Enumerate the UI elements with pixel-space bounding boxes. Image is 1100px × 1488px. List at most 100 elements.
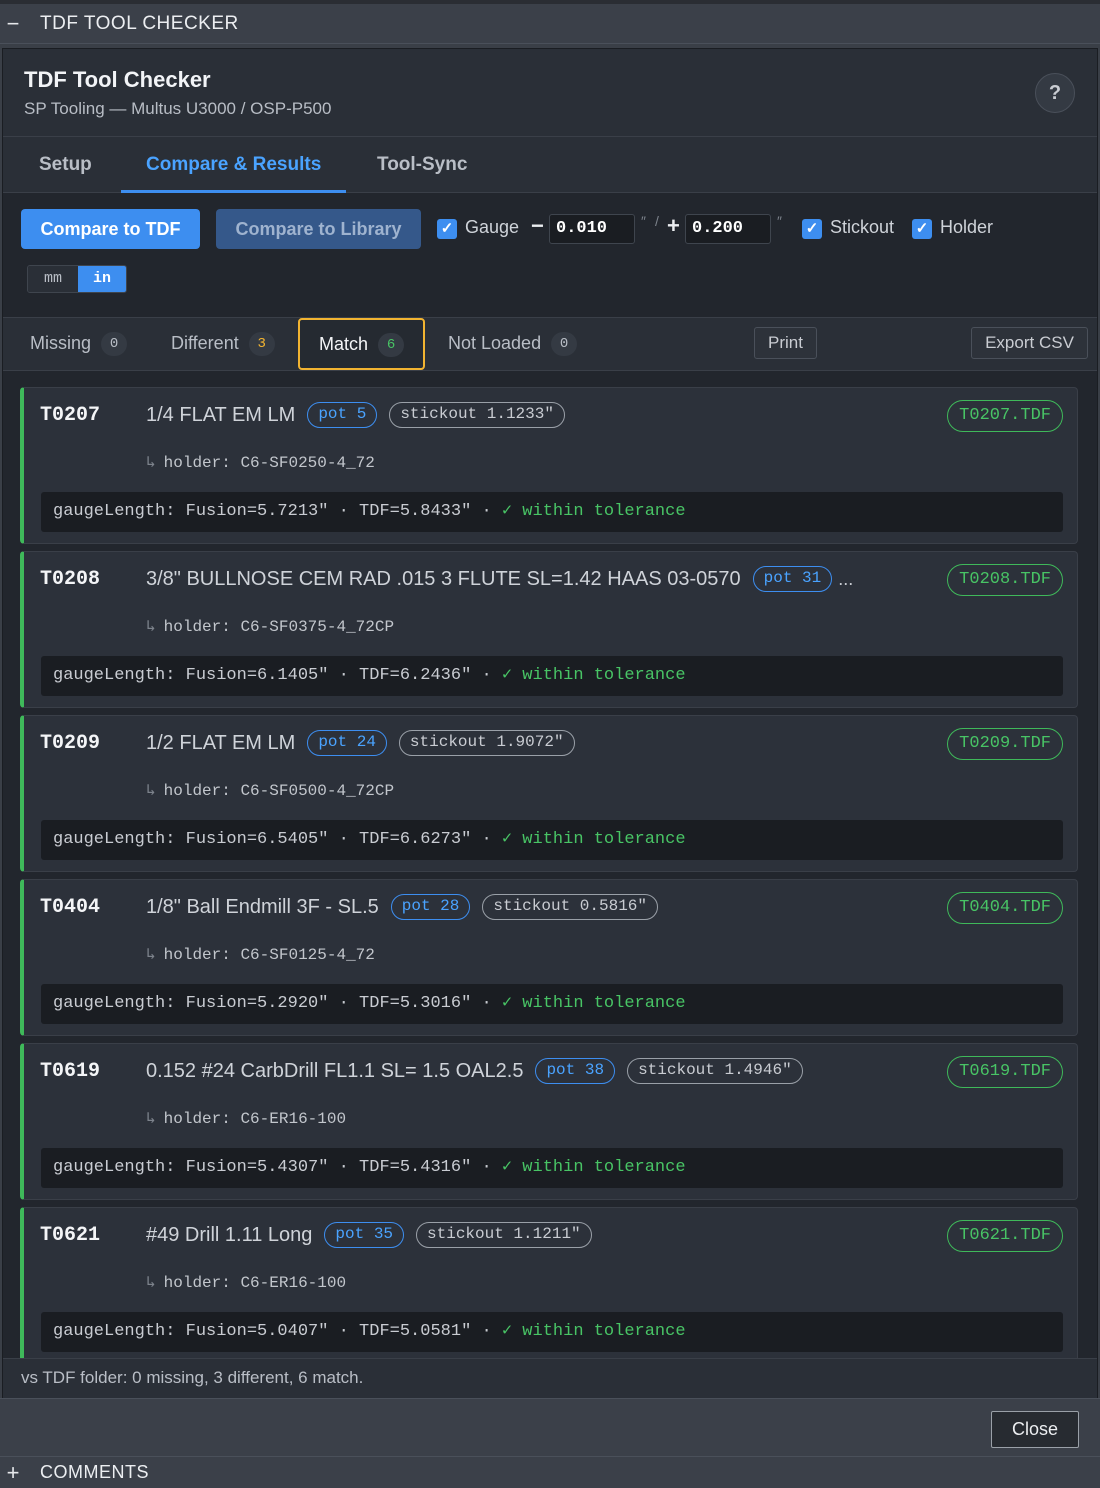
gauge-minus-tolerance-input[interactable]: 0.010 [549,214,635,244]
stickout-badge: stickout 1.1233″ [389,402,565,428]
dialog-title: TDF Tool Checker [24,67,211,92]
holder-text: holder: C6-SF0125-4_72 [163,946,375,964]
tool-name: 1/2 FLAT EM LM [146,731,296,754]
close-button[interactable]: Close [991,1411,1079,1448]
tool-name: 0.152 #24 CarbDrill FL1.1 SL= 1.5 OAL2.5 [146,1059,524,1082]
print-button[interactable]: Print [754,327,817,359]
unit-toggle: mm in [27,265,127,293]
count-badge: 6 [378,333,405,358]
gauge-values: gaugeLength: Fusion=6.1405″ · TDF=6.2436… [53,666,502,685]
count-badge: 0 [551,332,578,357]
comments-title: COMMENTS [40,1462,149,1482]
tolerance-status: ✓ within tolerance [501,666,686,685]
tdf-file-badge: T0619.TDF [947,1056,1063,1088]
stickout-badge: stickout 0.5816″ [482,894,658,920]
gauge-values: gaugeLength: Fusion=5.7213″ · TDF=5.8433… [53,502,502,521]
holder-text: holder: C6-ER16-100 [163,1110,347,1128]
pot-badge: pot 28 [390,894,471,920]
tool-number: T0404 [40,896,101,919]
inch-mark: ″ [777,213,782,229]
dialog-header: TDF Tool Checker SP Tooling — Multus U30… [3,49,1097,137]
dialog-subtitle: SP Tooling — Multus U3000 / OSP-P500 [24,99,332,118]
tool-name: #49 Drill 1.11 Long [146,1223,313,1246]
tool-description-row: #49 Drill 1.11 Long pot 35 stickout 1.12… [146,1222,592,1248]
tool-description-row: 3/8" BULLNOSE CEM RAD .015 3 FLUTE SL=1.… [146,566,853,592]
help-button[interactable]: ? [1035,73,1075,113]
gauge-plus-tolerance-input[interactable]: 0.200 [685,214,771,244]
tool-description-row: 0.152 #24 CarbDrill FL1.1 SL= 1.5 OAL2.5… [146,1058,803,1084]
filter-match[interactable]: Match 6 [298,318,426,370]
stickout-checkbox[interactable]: ✓ [802,219,822,239]
tolerance-status: ✓ within tolerance [501,994,686,1013]
inch-mark: ″ [641,213,646,229]
tool-result-card: T0208 3/8" BULLNOSE CEM RAD .015 3 FLUTE… [20,551,1078,708]
unit-mm-option[interactable]: mm [28,266,78,292]
tool-result-card: T0619 0.152 #24 CarbDrill FL1.1 SL= 1.5 … [20,1043,1078,1200]
count-badge: 0 [101,332,128,357]
tool-description-row: 1/2 FLAT EM LM pot 24 stickout 1.9072″ [146,730,575,756]
tolerance-status: ✓ within tolerance [501,1322,686,1341]
tool-description-row: 1/8" Ball Endmill 3F - SL.5 pot 28 stick… [146,894,658,920]
filter-label: Missing [30,333,92,353]
tool-number: T0208 [40,568,101,591]
gauge-label: Gauge [465,217,520,237]
tool-name: 1/8" Ball Endmill 3F - SL.5 [146,895,379,918]
holder-line: ↳ holder: C6-SF0125-4_72 [146,944,375,964]
holder-label: Holder [940,217,994,237]
holder-line: ↳ holder: C6-SF0375-4_72CP [146,616,394,636]
tool-number: T0621 [40,1224,101,1247]
export-csv-button[interactable]: Export CSV [971,327,1088,359]
tolerance-status: ✓ within tolerance [501,1158,686,1177]
gauge-comparison: gaugeLength: Fusion=5.0407″ · TDF=5.0581… [41,1312,1063,1352]
holder-line: ↳ holder: C6-ER16-100 [146,1272,346,1292]
compare-to-library-button[interactable]: Compare to Library [216,209,421,249]
tab-tool-sync[interactable]: Tool-Sync [377,137,467,193]
tolerance-status: ✓ within tolerance [501,502,686,521]
tdf-file-badge: T0404.TDF [947,892,1063,924]
pot-badge: pot 24 [307,730,387,756]
panel-title: TDF TOOL CHECKER [40,12,239,34]
tool-number: T0619 [40,1060,101,1083]
results-list[interactable]: T0207 1/4 FLAT EM LM pot 5 stickout 1.12… [3,371,1097,1358]
result-filter-bar: Missing 0 Different 3 Match 6 Not Loaded 0 P… [3,317,1097,371]
holder-arrow-icon: ↳ [146,1110,156,1128]
tool-number: T0207 [40,404,101,427]
stickout-badge: stickout 1.4946″ [627,1058,803,1084]
holder-arrow-icon: ↳ [146,454,156,472]
tdf-tool-checker-dialog: TDF Tool Checker SP Tooling — Multus U30… [2,48,1098,1398]
gauge-comparison: gaugeLength: Fusion=6.1405″ · TDF=6.2436… [41,656,1063,696]
expand-icon[interactable]: + [0,1461,26,1483]
stickout-badge: stickout 1.1211″ [416,1222,592,1248]
compare-to-tdf-button[interactable]: Compare to TDF [21,209,200,249]
comments-panel-header[interactable]: + COMMENTS [0,1456,1100,1488]
filter-not-loaded[interactable]: Not Loaded 0 [448,318,578,370]
gauge-checkbox[interactable]: ✓ [437,219,457,239]
tool-result-card: T0209 1/2 FLAT EM LM pot 24 stickout 1.9… [20,715,1078,872]
collapse-icon[interactable]: − [0,12,26,34]
holder-line: ↳ holder: C6-ER16-100 [146,1108,346,1128]
gauge-comparison: gaugeLength: Fusion=5.4307″ · TDF=5.4316… [41,1148,1063,1188]
pot-badge: pot 5 [307,402,378,428]
tool-number: T0209 [40,732,101,755]
tdf-file-badge: T0207.TDF [947,400,1063,432]
gauge-comparison: gaugeLength: Fusion=5.7213″ · TDF=5.8433… [41,492,1063,532]
filter-missing[interactable]: Missing 0 [30,318,128,370]
tab-compare-results[interactable]: Compare & Results [121,137,347,193]
gauge-comparison: gaugeLength: Fusion=5.2920″ · TDF=5.3016… [41,984,1063,1024]
filter-different[interactable]: Different 3 [171,318,275,370]
gauge-comparison: gaugeLength: Fusion=6.5405″ · TDF=6.6273… [41,820,1063,860]
tool-result-card: T0207 1/4 FLAT EM LM pot 5 stickout 1.12… [20,387,1078,544]
tool-name: 3/8" BULLNOSE CEM RAD .015 3 FLUTE SL=1.… [146,567,741,590]
holder-text: holder: C6-SF0500-4_72CP [163,782,395,800]
holder-text: holder: C6-ER16-100 [163,1274,347,1292]
tab-setup[interactable]: Setup [39,137,92,193]
count-badge: 3 [248,332,275,357]
holder-checkbox[interactable]: ✓ [912,219,932,239]
tolerance-separator: / [655,213,659,229]
gauge-values: gaugeLength: Fusion=5.2920″ · TDF=5.3016… [53,994,502,1013]
stickout-label: Stickout [830,217,895,237]
gauge-values: gaugeLength: Fusion=5.0407″ · TDF=5.0581… [53,1322,502,1341]
unit-in-option[interactable]: in [78,266,126,292]
pot-badge: pot 38 [535,1058,616,1084]
holder-line: ↳ holder: C6-SF0250-4_72 [146,452,375,472]
